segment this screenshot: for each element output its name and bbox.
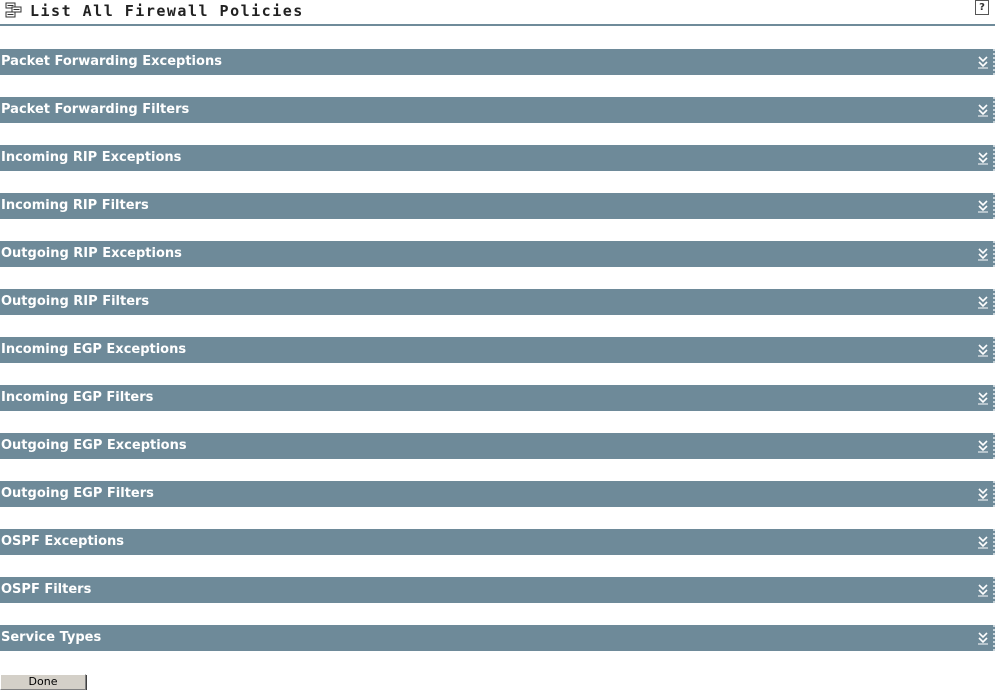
section-label: Outgoing RIP Filters <box>1 294 150 309</box>
expand-chevron-icon[interactable] <box>977 582 989 597</box>
section-outgoing-rip-exceptions[interactable]: Outgoing RIP Exceptions <box>0 241 995 267</box>
expand-chevron-icon[interactable] <box>977 102 989 117</box>
section-outgoing-egp-exceptions[interactable]: Outgoing EGP Exceptions <box>0 433 995 459</box>
section-label: Outgoing EGP Filters <box>1 486 154 501</box>
section-label: Packet Forwarding Exceptions <box>1 54 222 69</box>
expand-chevron-icon[interactable] <box>977 54 989 69</box>
expand-chevron-icon[interactable] <box>977 198 989 213</box>
help-button[interactable]: ? <box>975 0 989 15</box>
section-outgoing-rip-filters[interactable]: Outgoing RIP Filters <box>0 289 995 315</box>
expand-chevron-icon[interactable] <box>977 294 989 309</box>
section-label: Incoming EGP Exceptions <box>1 342 187 357</box>
expand-chevron-icon[interactable] <box>977 390 989 405</box>
section-label: Incoming RIP Exceptions <box>1 150 182 165</box>
section-outgoing-egp-filters[interactable]: Outgoing EGP Filters <box>0 481 995 507</box>
section-label: OSPF Exceptions <box>1 534 125 549</box>
policy-list-icon <box>5 2 23 18</box>
done-button[interactable]: Done <box>0 674 86 690</box>
expand-chevron-icon[interactable] <box>977 342 989 357</box>
section-label: Incoming RIP Filters <box>1 198 149 213</box>
page-header: List All Firewall Policies ? <box>0 0 995 26</box>
section-label: Outgoing RIP Exceptions <box>1 246 182 261</box>
expand-chevron-icon[interactable] <box>977 630 989 645</box>
section-incoming-rip-exceptions[interactable]: Incoming RIP Exceptions <box>0 145 995 171</box>
section-label: Packet Forwarding Filters <box>1 102 190 117</box>
page-title: List All Firewall Policies <box>30 2 304 20</box>
section-label: Service Types <box>1 630 102 645</box>
section-ospf-exceptions[interactable]: OSPF Exceptions <box>0 529 995 555</box>
section-incoming-egp-filters[interactable]: Incoming EGP Filters <box>0 385 995 411</box>
section-label: Outgoing EGP Exceptions <box>1 438 187 453</box>
section-incoming-rip-filters[interactable]: Incoming RIP Filters <box>0 193 995 219</box>
expand-chevron-icon[interactable] <box>977 150 989 165</box>
expand-chevron-icon[interactable] <box>977 246 989 261</box>
section-label: OSPF Filters <box>1 582 92 597</box>
firewall-policies-page: List All Firewall Policies ? Packet Forw… <box>0 0 995 690</box>
section-ospf-filters[interactable]: OSPF Filters <box>0 577 995 603</box>
expand-chevron-icon[interactable] <box>977 486 989 501</box>
section-label: Incoming EGP Filters <box>1 390 154 405</box>
section-packet-forwarding-exceptions[interactable]: Packet Forwarding Exceptions <box>0 49 995 75</box>
section-incoming-egp-exceptions[interactable]: Incoming EGP Exceptions <box>0 337 995 363</box>
expand-chevron-icon[interactable] <box>977 534 989 549</box>
section-service-types[interactable]: Service Types <box>0 625 995 651</box>
policy-section-list: Packet Forwarding Exceptions Packet Forw… <box>0 49 995 673</box>
expand-chevron-icon[interactable] <box>977 438 989 453</box>
section-packet-forwarding-filters[interactable]: Packet Forwarding Filters <box>0 97 995 123</box>
